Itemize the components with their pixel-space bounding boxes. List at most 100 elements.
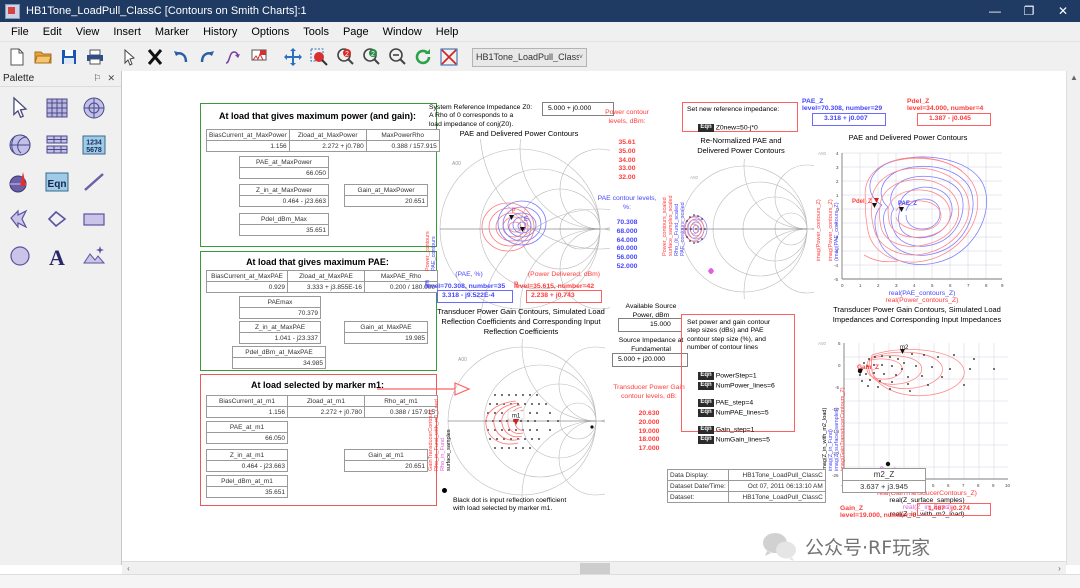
select-arrow-icon[interactable] <box>116 45 141 70</box>
level-value: 35.61 <box>618 139 636 146</box>
new-icon[interactable] <box>4 45 29 70</box>
chart1-title: PAE and Delivered Power Contours <box>459 129 579 138</box>
undo-icon[interactable] <box>168 45 193 70</box>
svg-text:A00: A00 <box>690 175 699 180</box>
num-pae-lines-eqn[interactable]: NumPAE_lines=5 <box>716 410 769 417</box>
svg-text:0: 0 <box>841 283 844 288</box>
col-header: Pdel_dBm_at_MaxPAE <box>232 346 326 358</box>
scroll-up-arrow[interactable]: ▲ <box>1067 71 1080 84</box>
col-header: Rho_at_m1 <box>364 395 438 407</box>
pin-icon[interactable]: ⚐ <box>90 73 104 84</box>
svg-text:5: 5 <box>931 283 934 288</box>
marker-icon[interactable] <box>246 45 271 70</box>
source-impedance-label: Source Impedance at Fundamental <box>618 337 684 353</box>
print-icon[interactable] <box>82 45 107 70</box>
rectangle-tool-icon[interactable] <box>76 201 112 237</box>
close-icon[interactable]: ✕ <box>104 73 118 84</box>
pointer-tool-icon[interactable] <box>2 90 38 126</box>
max-pae-row1: BiasCurrent_at_MaxPAE Zload_at_MaxPAE Ma… <box>206 270 438 293</box>
col-header: PAE_at_MaxPower <box>239 156 329 168</box>
vertical-scrollbar[interactable]: ▲ <box>1066 71 1080 565</box>
zoom-out-icon[interactable]: 2 <box>358 45 383 70</box>
svg-text:-4: -4 <box>834 263 838 268</box>
polar-plot-icon[interactable] <box>76 90 112 126</box>
svg-text:2: 2 <box>371 51 375 58</box>
stacked-table-icon[interactable]: 1234 5678 <box>76 127 112 163</box>
menu-view[interactable]: View <box>69 24 107 40</box>
svg-text:7: 7 <box>962 483 965 488</box>
list-table-icon[interactable] <box>39 127 75 163</box>
menu-options[interactable]: Options <box>244 24 296 40</box>
menu-insert[interactable]: Insert <box>106 24 148 40</box>
polyline-tool-icon[interactable] <box>39 201 75 237</box>
level-value: 33.00 <box>618 165 636 173</box>
level-value: 18.000 <box>638 436 660 444</box>
chart5-title: Transducer Power Gain Contours, Simulate… <box>832 305 1002 324</box>
document-canvas[interactable]: At load that gives maximum power (and ga… <box>122 71 1080 565</box>
paemax-table: PAEmax 70.379 <box>239 296 321 319</box>
svg-text:A00: A00 <box>818 341 827 346</box>
ellipse-tool-icon[interactable] <box>2 238 38 274</box>
antenna-plot-icon[interactable] <box>2 164 38 200</box>
zoom-area-icon[interactable] <box>306 45 331 70</box>
menu-edit[interactable]: Edit <box>36 24 69 40</box>
zoom-full-icon[interactable] <box>384 45 409 70</box>
arrow-shape-icon[interactable] <box>2 201 38 237</box>
open-icon[interactable] <box>30 45 55 70</box>
svg-text:4: 4 <box>836 151 839 156</box>
chart2-smith-plot[interactable]: A00 <box>674 159 814 299</box>
svg-text:1: 1 <box>859 283 862 288</box>
avail-source-value: 15.000 <box>650 321 671 328</box>
toolbar: 2 2 HB1Tone_LoadPull_ClassC ˅ <box>0 42 1080 73</box>
save-icon[interactable] <box>56 45 81 70</box>
close-button[interactable]: ✕ <box>1046 0 1080 22</box>
eqn-badge: Eqn <box>698 436 714 444</box>
num-gain-lines-eqn[interactable]: NumGain_lines=5 <box>716 437 770 444</box>
menu-window[interactable]: Window <box>376 24 429 40</box>
palette-panel: Palette ⚐ ✕ 1234 5678 Eqn A <box>0 71 122 565</box>
trace-icon[interactable] <box>220 45 245 70</box>
palette-title: Palette <box>3 73 35 84</box>
menu-history[interactable]: History <box>196 24 244 40</box>
col-header: Zload_at_m1 <box>287 395 365 407</box>
svg-text:-5: -5 <box>835 385 839 390</box>
redo-icon[interactable] <box>194 45 219 70</box>
rectangular-plot-icon[interactable] <box>39 90 75 126</box>
col-header: Zload_at_MaxPAE <box>287 270 365 282</box>
num-power-lines-eqn[interactable]: NumPower_lines=6 <box>716 383 775 390</box>
z0-note: System Reference Impedance Z0: A Rho of … <box>429 104 533 128</box>
svg-text:8: 8 <box>985 283 988 288</box>
col-header: Pdel_dBm_Max <box>239 213 329 225</box>
cell-value: 19.985 <box>344 332 428 344</box>
col-header: m2_Z <box>842 468 926 481</box>
zoom-in-icon[interactable]: 2 <box>332 45 357 70</box>
menu-page[interactable]: Page <box>336 24 376 40</box>
chart4-rect-plot[interactable]: A00 432 10-1 -2-3-4-5 0123 4567 89 Pdel_… <box>812 145 1012 305</box>
minimize-button[interactable]: — <box>978 0 1012 22</box>
menu-marker[interactable]: Marker <box>148 24 196 40</box>
equation-tool-icon[interactable]: Eqn <box>39 164 75 200</box>
marker-p-title: (Power Delivered, dBm) <box>527 271 601 278</box>
contour-settings-label: Set power and gain contour step sizes (d… <box>687 319 771 352</box>
chart3-smith-plot[interactable]: A00 m1 <box>440 339 605 504</box>
window-title: HB1Tone_LoadPull_ClassC [Contours on Smi… <box>26 5 307 17</box>
delete-icon[interactable] <box>142 45 167 70</box>
line-tool-icon[interactable] <box>76 164 112 200</box>
menu-help[interactable]: Help <box>429 24 466 40</box>
stop-icon[interactable] <box>436 45 461 70</box>
pan-icon[interactable] <box>280 45 305 70</box>
cell-value: 2.272 + j0.780 <box>288 140 367 152</box>
refresh-icon[interactable] <box>410 45 435 70</box>
new-reference-impedance-eqn[interactable]: Z0new=50-j*0 <box>716 125 758 132</box>
smith-chart-icon[interactable] <box>2 127 38 163</box>
col-header: Pdel_dBm_at_m1 <box>206 475 288 487</box>
col-header: Gain_at_MaxPower <box>344 184 428 196</box>
text-tool-icon[interactable]: A <box>39 238 75 274</box>
gain-at-m1-table: Gain_at_m1 20.651 <box>344 449 428 472</box>
menu-tools[interactable]: Tools <box>296 24 336 40</box>
maximize-button[interactable]: ❐ <box>1012 0 1046 22</box>
image-tool-icon[interactable] <box>76 238 112 274</box>
menu-file[interactable]: File <box>4 24 36 40</box>
level-value: 17.000 <box>638 445 660 453</box>
dataset-combo[interactable]: HB1Tone_LoadPull_ClassC ˅ <box>472 47 587 67</box>
